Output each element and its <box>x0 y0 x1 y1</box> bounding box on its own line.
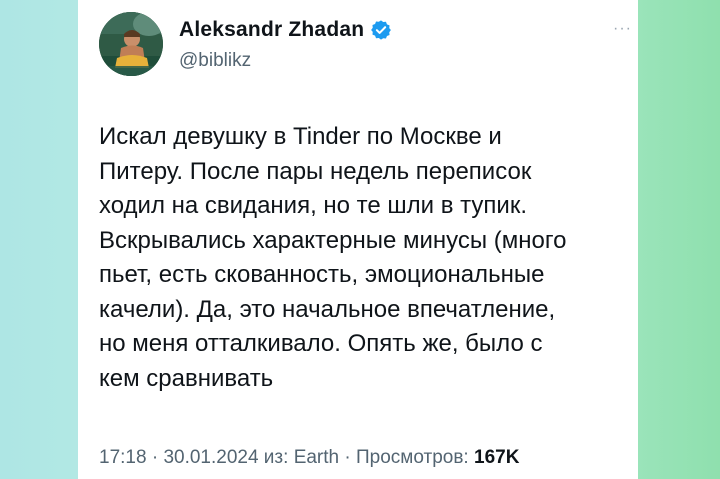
tweet-line: качели). Да, это начальное впечатление, <box>99 295 556 323</box>
avatar[interactable] <box>99 12 163 76</box>
tweet-line: ходил на свидания, но те шли в тупик. <box>99 192 527 219</box>
tweet-line: Искал девушку в Tinder по Москве и <box>99 123 502 150</box>
tweet-time[interactable]: 17:18 <box>99 447 147 468</box>
author-handle[interactable]: @biblikz <box>179 50 251 72</box>
separator: · <box>339 447 356 468</box>
tweet-date[interactable]: 30.01.2024 <box>163 447 258 468</box>
tweet-line: кем сравнивать <box>99 364 274 392</box>
tweet-source: из: Earth <box>258 447 340 468</box>
tweet-meta: 17:18 · 30.01.2024 из: Earth · Просмотро… <box>99 447 519 469</box>
tweet-line: но меня отталкивало. Опять же, было с <box>99 330 543 357</box>
views-label: Просмотров: <box>356 447 474 468</box>
tweet-line: пьет, есть скованность, эмоциональные <box>99 261 545 288</box>
author-name[interactable]: Aleksandr Zhadan <box>179 18 364 42</box>
avatar-photo <box>99 12 163 76</box>
verified-badge-icon <box>370 19 392 41</box>
more-dots-icon[interactable]: ··· <box>613 21 632 37</box>
tweet-line: Питеру. После пары недель переписок <box>99 157 532 185</box>
tweet-card: Aleksandr Zhadan @biblikz ··· Искал деву… <box>78 0 638 479</box>
separator: · <box>146 447 164 468</box>
tweet-line: Вскрывались характерные минусы (много <box>99 226 567 254</box>
author-row: Aleksandr Zhadan <box>179 18 392 42</box>
tweet-text: Искал девушку в Tinder по Москве и Питер… <box>99 120 619 396</box>
views-count: 167K <box>474 447 520 468</box>
